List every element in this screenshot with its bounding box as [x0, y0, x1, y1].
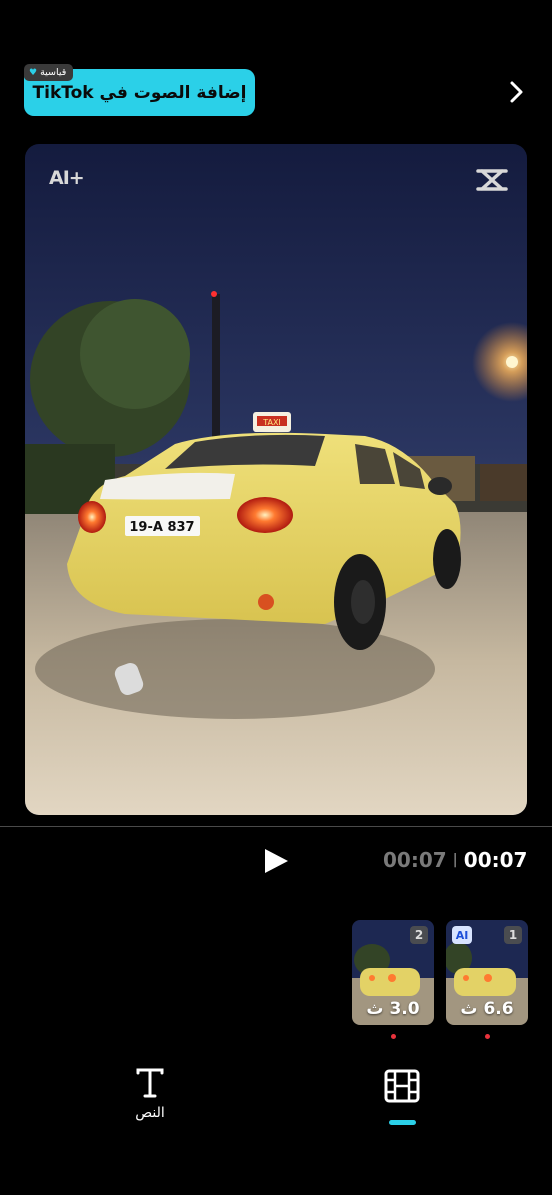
text-tool-label: النص — [135, 1105, 165, 1121]
clip-thumbnail-2[interactable]: 2 3.0 ث — [352, 920, 434, 1025]
clip-1-index: 1 — [504, 926, 522, 944]
clip-2-marker — [391, 1034, 396, 1039]
text-T-icon — [136, 1068, 164, 1098]
standard-badge: قياسية ♥ — [24, 64, 74, 81]
clip-1-ai-badge: AI — [452, 926, 472, 944]
add-sound-tiktok-label: إضافة الصوت في TikTok — [32, 82, 247, 103]
chevron-right-icon[interactable] — [504, 80, 528, 104]
current-time: 00:07 — [463, 848, 528, 872]
diamond-heart-icon: ♥ — [29, 67, 38, 78]
timeline-divider — [0, 826, 552, 827]
clip-1-duration: 6.6 ث — [460, 999, 514, 1019]
play-icon[interactable] — [261, 846, 291, 876]
plate-number: 19-A 837 — [129, 520, 194, 535]
clip-2-duration: 3.0 ث — [366, 999, 420, 1019]
film-strip-icon[interactable] — [383, 1068, 421, 1104]
time-separator: | — [452, 852, 458, 868]
standard-badge-label: قياسية — [40, 67, 67, 78]
preview-scene: 19-A 837 TAXI — [25, 144, 527, 815]
text-tool-button[interactable]: النص — [129, 1067, 171, 1121]
total-time: 00:07 — [383, 848, 447, 872]
clip-thumbnail-1[interactable]: AI 1 6.6 ث — [446, 920, 528, 1025]
ai-plus-badge[interactable]: AI+ — [49, 167, 85, 189]
clip-1-marker — [485, 1034, 490, 1039]
active-tab-indicator — [389, 1120, 416, 1125]
video-preview[interactable]: 19-A 837 TAXI — [25, 144, 527, 815]
time-display: 00:07 | 00:07 — [383, 848, 527, 872]
taxi-sign-text: TAXI — [262, 418, 281, 427]
capcut-logo-icon — [476, 169, 508, 191]
clip-2-index: 2 — [410, 926, 428, 944]
